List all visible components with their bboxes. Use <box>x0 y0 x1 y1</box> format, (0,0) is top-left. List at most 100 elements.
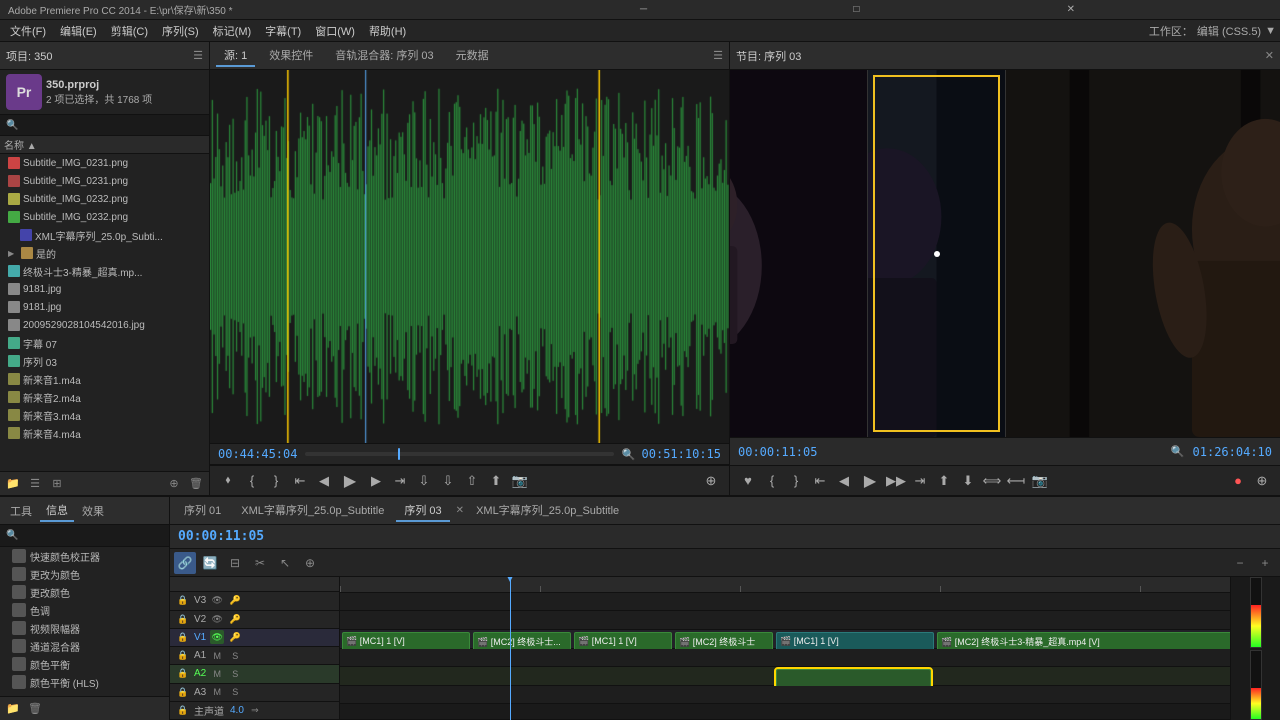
effect-item-color[interactable]: 色调 <box>0 601 169 619</box>
v2-toggle-icon[interactable]: 👁 <box>210 612 224 626</box>
effect-item-color-correct[interactable]: 快速颜色校正器 <box>0 547 169 565</box>
v3-sync-lock-icon[interactable]: 🔒 <box>176 594 190 608</box>
minimize-btn[interactable]: ─ <box>640 4 845 15</box>
program-step-back-btn[interactable]: ◀ <box>834 471 854 491</box>
new-bin-icon[interactable]: 📁 <box>4 475 22 493</box>
effect-item-video-limit[interactable]: 视频限幅器 <box>0 619 169 637</box>
program-export-btn[interactable]: 📷 <box>1030 471 1050 491</box>
overwrite-btn[interactable]: ⇩ <box>438 471 458 491</box>
insert-btn[interactable]: ⇩ <box>414 471 434 491</box>
step-fwd-btn[interactable]: ▶ <box>366 471 386 491</box>
effect-item-hls[interactable]: 颜色平衡 (HLS) <box>0 673 169 691</box>
track-row-a1[interactable] <box>340 649 1230 668</box>
master-sync-lock-icon[interactable]: 🔒 <box>176 703 190 717</box>
lift-btn[interactable]: ⇧ <box>462 471 482 491</box>
clear-icon[interactable]: 🗑 <box>187 475 205 493</box>
zoom-out-btn[interactable]: − <box>1229 552 1251 574</box>
v3-lock-icon[interactable]: 🔑 <box>228 594 242 608</box>
menu-file[interactable]: 文件(F) <box>4 21 52 41</box>
program-mark-in-btn[interactable]: { <box>762 471 782 491</box>
program-goto-out-btn[interactable]: ⇥ <box>910 471 930 491</box>
menu-sequence[interactable]: 序列(S) <box>156 21 205 41</box>
zoom-in-btn[interactable]: + <box>1254 552 1276 574</box>
tab-xml-sub2[interactable]: XML字幕序列_25.0p_Subtitle <box>468 500 627 522</box>
add-edit-tool[interactable]: ⊕ <box>299 552 321 574</box>
list-item[interactable]: 9181.jpg <box>0 298 209 316</box>
program-play-btn[interactable]: ▶ <box>858 469 882 493</box>
source-panel-menu[interactable]: ☰ <box>713 49 723 62</box>
effect-item-color-repl[interactable]: 更改为颜色 <box>0 565 169 583</box>
track-row-v1[interactable]: 🎬 [MC1] 1 [V] 🎬 [MC2] 终极斗士... 🎬 [MC1] 1 … <box>340 630 1230 649</box>
step-back-btn[interactable]: ◀ <box>314 471 334 491</box>
select-tool[interactable]: ↖ <box>274 552 296 574</box>
add-media-btn[interactable]: ⊕ <box>701 471 721 491</box>
v3-toggle-icon[interactable]: 👁 <box>210 594 224 608</box>
program-goto-in-btn[interactable]: ⇤ <box>810 471 830 491</box>
track-row-v3[interactable] <box>340 593 1230 612</box>
list-item[interactable]: 新来音4.m4a <box>0 424 209 442</box>
menu-window[interactable]: 窗口(W) <box>309 21 361 41</box>
menu-edit[interactable]: 编辑(E) <box>54 21 103 41</box>
program-insert-btn[interactable]: ⟻ <box>1006 471 1026 491</box>
tab-tools[interactable]: 工具 <box>4 501 38 521</box>
a1-solo-icon[interactable]: S <box>228 649 242 663</box>
program-add-btn[interactable]: ⊕ <box>1252 471 1272 491</box>
program-step-fwd-btn[interactable]: ▶▶ <box>886 471 906 491</box>
program-mark-out-btn[interactable]: } <box>786 471 806 491</box>
effect-item-balance[interactable]: 颜色平衡 <box>0 655 169 673</box>
icon-view-icon[interactable]: ⊞ <box>48 475 66 493</box>
add-marker-btn[interactable]: ⬧ <box>218 471 238 491</box>
a1-mute-icon[interactable]: M <box>210 649 224 663</box>
goto-in-btn[interactable]: ⇤ <box>290 471 310 491</box>
program-close-btn[interactable]: ✕ <box>1265 49 1274 62</box>
snap-tool[interactable]: ⊟ <box>224 552 246 574</box>
track-row-master[interactable] <box>340 704 1230 720</box>
tab-seq01[interactable]: 序列 01 <box>176 500 229 522</box>
sync-lock-tool[interactable]: 🔄 <box>199 552 221 574</box>
menu-help[interactable]: 帮助(H) <box>363 21 412 41</box>
track-row-a2[interactable] <box>340 667 1230 686</box>
v1-sync-lock-icon[interactable]: 🔒 <box>176 630 190 644</box>
list-item[interactable]: 9181.jpg <box>0 280 209 298</box>
menu-caption[interactable]: 字幕(T) <box>259 21 307 41</box>
play-source-btn[interactable]: ▶ <box>338 469 362 493</box>
list-item[interactable]: 新来音3.m4a <box>0 406 209 424</box>
workspace-dropdown-icon[interactable]: ▼ <box>1265 25 1276 37</box>
list-item[interactable]: 终极斗士3-精暴_超真.mp... <box>0 262 209 280</box>
list-item[interactable]: Subtitle_IMG_0232.png <box>0 208 209 226</box>
tab-effects[interactable]: 效果 <box>76 501 110 521</box>
maximize-btn[interactable]: □ <box>853 4 1058 15</box>
mark-in-btn[interactable]: { <box>242 471 262 491</box>
new-item-icon[interactable]: ⊕ <box>165 475 183 493</box>
tab-xml-sub1[interactable]: XML字幕序列_25.0p_Subtitle <box>233 500 392 522</box>
list-item[interactable]: 新来音1.m4a <box>0 370 209 388</box>
effect-item-equalizer[interactable]: 通道混合器 <box>0 637 169 655</box>
a2-solo-icon[interactable]: S <box>228 667 242 681</box>
list-item[interactable]: Subtitle_IMG_0231.png <box>0 154 209 172</box>
razor-tool[interactable]: ✂ <box>249 552 271 574</box>
program-trim-btn[interactable]: ⟺ <box>982 471 1002 491</box>
a3-sync-lock-icon[interactable]: 🔒 <box>176 685 190 699</box>
track-row-a3[interactable] <box>340 686 1230 705</box>
v1-toggle-icon[interactable]: 👁 <box>210 630 224 644</box>
program-mark-icon[interactable]: ♥ <box>738 471 758 491</box>
program-duration[interactable]: 01:26:04:10 <box>1193 445 1272 459</box>
tab-audio-mixer[interactable]: 音轨混合器: 序列 03 <box>327 45 441 67</box>
program-record-btn[interactable]: ● <box>1228 471 1248 491</box>
a2-mute-icon[interactable]: M <box>210 667 224 681</box>
list-item[interactable]: ▶ 是的 <box>0 244 209 262</box>
source-timecode-in[interactable]: 00:44:45:04 <box>218 447 297 461</box>
effects-new-bin-icon[interactable]: 📁 <box>4 700 22 718</box>
film-thumb-left[interactable] <box>730 70 867 437</box>
tab-info[interactable]: 信息 <box>40 500 74 522</box>
film-thumb-right[interactable] <box>1006 70 1280 437</box>
a2-sync-lock-icon[interactable]: 🔒 <box>176 667 190 681</box>
film-thumb-center[interactable] <box>867 70 1006 437</box>
v2-lock-icon[interactable]: 🔑 <box>228 612 242 626</box>
list-item[interactable]: 2009529028104542016.jpg <box>0 316 209 334</box>
program-timecode[interactable]: 00:00:11:05 <box>738 445 817 459</box>
mark-out-btn[interactable]: } <box>266 471 286 491</box>
a3-solo-icon[interactable]: S <box>228 685 242 699</box>
list-item[interactable]: XML字幕序列_25.0p_Subti... <box>0 226 209 244</box>
program-lift-btn[interactable]: ⬆ <box>934 471 954 491</box>
